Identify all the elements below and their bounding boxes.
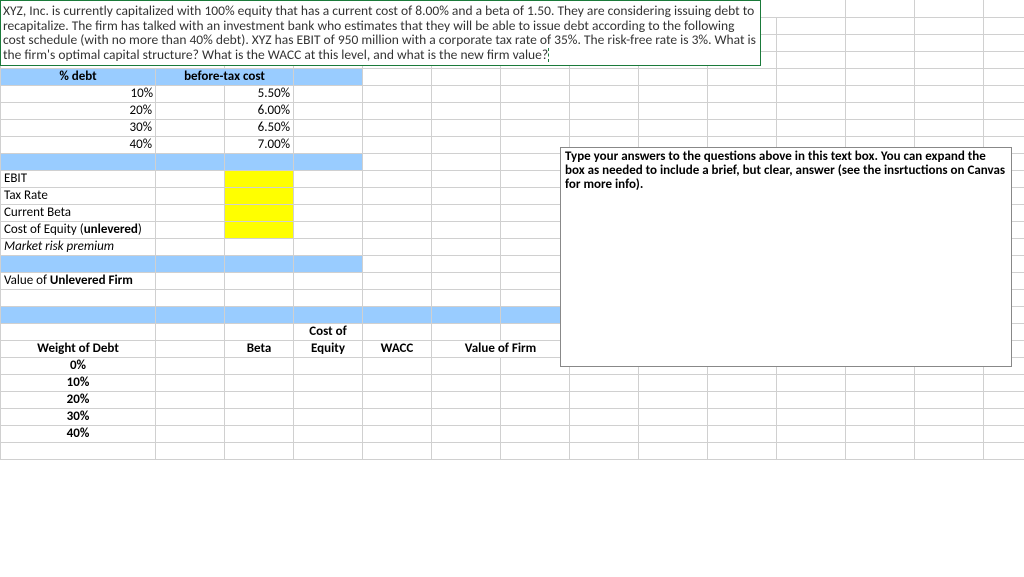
col-beta: Beta <box>225 340 294 357</box>
col-pct-debt: % debt <box>1 68 156 85</box>
cell: 7.00% <box>225 136 294 153</box>
calc-row[interactable]: 10% <box>1 374 1024 391</box>
col-equity: Equity <box>294 340 363 357</box>
calc-row[interactable]: 40% <box>1 425 1024 442</box>
current-beta-input-cell[interactable] <box>225 204 294 221</box>
calc-row[interactable]: 20% <box>1 391 1024 408</box>
cell: 5.50% <box>225 85 294 102</box>
label-ebit: EBIT <box>1 170 156 187</box>
label-cost-equity-unlev: Cost of Equity (unlevered) <box>1 221 156 238</box>
cost-equity-unlev-input-cell[interactable] <box>225 221 294 238</box>
cell: 10% <box>1 374 156 391</box>
text-cursor <box>548 48 549 62</box>
col-cost-of: Cost of <box>294 323 363 340</box>
label-current-beta: Current Beta <box>1 204 156 221</box>
cell: 40% <box>4 137 152 152</box>
answer-text-box[interactable]: Type your answers to the questions above… <box>560 147 1012 367</box>
cell: 6.00% <box>225 102 294 119</box>
cell: 40% <box>1 425 156 442</box>
col-wacc: WACC <box>363 340 432 357</box>
cell: 10% <box>4 86 153 101</box>
cell: 6.50% <box>225 119 294 136</box>
question-text: XYZ, Inc. is currently capitalized with … <box>3 2 756 63</box>
cell: 30% <box>1 408 156 425</box>
col-before-tax-cost: before-tax cost <box>156 68 294 85</box>
col-value-firm: Value of Firm <box>432 340 570 357</box>
cost-schedule-row[interactable]: 20% 6.00% <box>1 102 1024 119</box>
cost-schedule-row[interactable]: 30% 6.50% <box>1 119 1024 136</box>
ebit-input-cell[interactable] <box>225 170 294 187</box>
cost-schedule-header-row[interactable]: % debt before-tax cost <box>1 68 1024 85</box>
tax-rate-input-cell[interactable] <box>225 187 294 204</box>
label-tax-rate: Tax Rate <box>1 187 156 204</box>
cell: 20% <box>4 103 152 118</box>
answer-instruction-text: Type your answers to the questions above… <box>565 149 1005 192</box>
cost-schedule-row[interactable]: 10% 5.50% <box>1 85 1024 102</box>
spreadsheet-sheet: XYZ, Inc. is currently capitalized with … <box>0 0 1024 577</box>
cell: 20% <box>1 391 156 408</box>
label-mrp: Market risk premium <box>1 238 156 255</box>
cell: 0% <box>1 357 156 374</box>
calc-row[interactable]: 30% <box>1 408 1024 425</box>
label-val-unlev: Value of Unlevered Firm <box>1 272 156 289</box>
question-text-box[interactable]: XYZ, Inc. is currently capitalized with … <box>0 0 761 66</box>
cell: 30% <box>4 120 152 135</box>
grid-row[interactable] <box>1 442 1024 459</box>
col-weight-debt: Weight of Debt <box>1 340 156 357</box>
